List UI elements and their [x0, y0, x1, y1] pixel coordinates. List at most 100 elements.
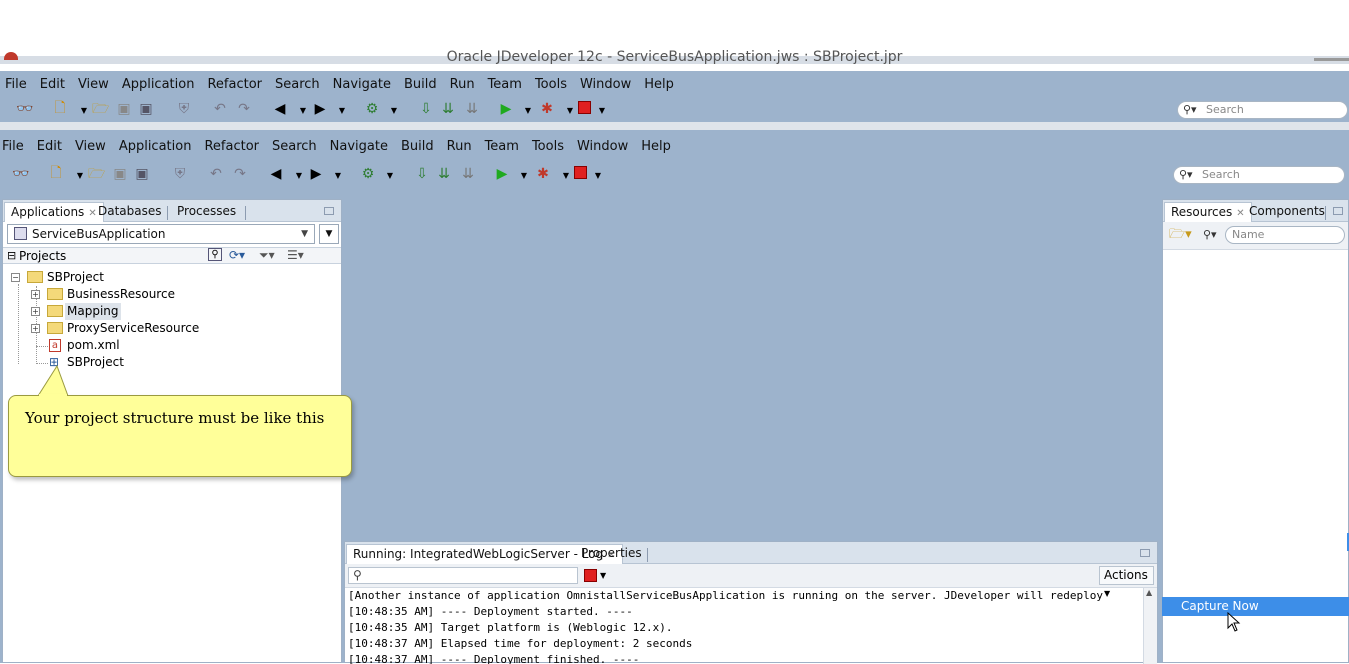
menu-view[interactable]: View	[75, 139, 106, 154]
new-icon[interactable]: 🗋	[48, 165, 64, 181]
menu-search[interactable]: Search	[275, 77, 320, 92]
chevron-down-icon[interactable]: ▼	[76, 103, 92, 119]
menu-window[interactable]: Window	[577, 139, 628, 154]
actions-button[interactable]: Actions ▼	[1099, 566, 1154, 598]
collapse-icon[interactable]: ⊟	[7, 248, 16, 263]
menu-help[interactable]: Help	[644, 77, 674, 92]
shield-icon[interactable]: ⛨	[172, 166, 188, 182]
menu-refactor[interactable]: Refactor	[207, 77, 262, 92]
log-search-input[interactable]: ⚲	[348, 567, 578, 584]
tab-properties[interactable]: Properties	[575, 544, 648, 564]
forward-icon[interactable]: ▶	[312, 101, 328, 117]
shield-icon[interactable]: ⛨	[176, 101, 192, 117]
run-icon[interactable]: ▶	[494, 166, 510, 182]
search-icon[interactable]: ⚲▾	[1203, 228, 1217, 242]
expand-icon[interactable]: +	[31, 307, 40, 316]
open-folder-icon[interactable]: 🗁	[88, 166, 105, 182]
save-icon[interactable]: ▣	[116, 101, 132, 117]
undo-icon[interactable]: ↶	[212, 101, 228, 117]
menu-team[interactable]: Team	[485, 139, 519, 154]
menu-application[interactable]: Application	[119, 139, 192, 154]
expand-icon[interactable]: +	[31, 324, 40, 333]
minimize-icon[interactable]	[324, 207, 334, 215]
new-resource-icon[interactable]: 🗁▾	[1169, 228, 1192, 242]
chevron-down-icon[interactable]: ▼	[520, 103, 536, 119]
redo-icon[interactable]: ↷	[236, 101, 252, 117]
menu-view[interactable]: View	[78, 77, 109, 92]
log-scrollbar[interactable]: ▲	[1143, 588, 1157, 664]
chevron-down-icon[interactable]: ▼	[295, 103, 311, 119]
resource-name-input[interactable]: Name	[1225, 226, 1345, 244]
sdl-icon[interactable]: ⚙	[364, 101, 380, 117]
chevron-down-icon[interactable]: ▼	[72, 168, 88, 184]
tree-options-icon[interactable]: ☰▾	[287, 248, 304, 262]
menu-edit[interactable]: Edit	[40, 77, 65, 92]
minimize-icon[interactable]	[1140, 549, 1150, 557]
run-icon[interactable]: ▶	[498, 101, 514, 117]
binoculars-icon[interactable]: 👓	[12, 166, 29, 182]
menu-build[interactable]: Build	[401, 139, 434, 154]
debug-icon[interactable]: ✱	[535, 166, 551, 182]
undo-icon[interactable]: ↶	[208, 166, 224, 182]
menu-file[interactable]: File	[2, 139, 24, 154]
chevron-down-icon[interactable]: ▼	[386, 103, 402, 119]
chevron-down-icon[interactable]: ▼	[594, 103, 610, 119]
menu-navigate[interactable]: Navigate	[333, 77, 391, 92]
save-all-icon[interactable]: ▣	[138, 101, 154, 117]
tab-applications[interactable]: Applications ✕	[4, 202, 104, 222]
menu-tools[interactable]: Tools	[535, 77, 567, 92]
expand-icon[interactable]: +	[31, 290, 40, 299]
chevron-down-icon[interactable]: ▼	[516, 168, 532, 184]
chevron-down-icon[interactable]: ▼	[330, 168, 346, 184]
find-icon[interactable]: ⚲	[208, 248, 222, 261]
open-folder-icon[interactable]: 🗁	[92, 101, 109, 117]
menu-run[interactable]: Run	[447, 139, 472, 154]
menu-application[interactable]: Application	[122, 77, 195, 92]
forward-icon[interactable]: ▶	[308, 166, 324, 182]
rebuild-icon[interactable]: ⇊	[440, 101, 456, 117]
scroll-up-icon[interactable]: ▲	[1146, 588, 1152, 597]
menu-run[interactable]: Run	[450, 77, 475, 92]
tab-components[interactable]: Components	[1243, 202, 1331, 222]
save-all-icon[interactable]: ▣	[134, 166, 150, 182]
tree-item-businessresource[interactable]: + BusinessResource	[3, 286, 341, 303]
chevron-down-icon[interactable]: ▼	[382, 168, 398, 184]
menu-edit[interactable]: Edit	[37, 139, 62, 154]
menu-search[interactable]: Search	[272, 139, 317, 154]
chevron-down-icon[interactable]: ▼	[558, 168, 574, 184]
sdl-icon[interactable]: ⚙	[360, 166, 376, 182]
save-icon[interactable]: ▣	[112, 166, 128, 182]
stop-icon[interactable]	[578, 101, 591, 114]
tab-resources[interactable]: Resources ✕	[1164, 202, 1252, 222]
chevron-down-icon[interactable]: ▼	[562, 103, 578, 119]
chevron-down-icon[interactable]: ▼	[590, 168, 606, 184]
chevron-down-icon[interactable]: ▼	[600, 569, 606, 582]
capture-now-menu-item[interactable]: Capture Now	[1162, 597, 1349, 616]
chevron-down-icon[interactable]: ▼	[334, 103, 350, 119]
tab-databases[interactable]: Databases	[92, 202, 168, 222]
redo-icon[interactable]: ↷	[232, 166, 248, 182]
cancel-build-icon[interactable]: ⇊	[460, 166, 476, 182]
tree-item-sbproject-root[interactable]: − SBProject	[3, 269, 341, 286]
menu-navigate[interactable]: Navigate	[330, 139, 388, 154]
filter-icon[interactable]: ⏷▾	[259, 248, 275, 262]
application-selector[interactable]: ServiceBusApplication ▼	[7, 224, 315, 244]
menu-team[interactable]: Team	[488, 77, 522, 92]
stop-icon[interactable]	[584, 569, 597, 582]
global-search-input[interactable]: ⚲▾ Search	[1177, 101, 1348, 119]
menu-build[interactable]: Build	[404, 77, 437, 92]
menu-help[interactable]: Help	[641, 139, 671, 154]
binoculars-icon[interactable]: 👓	[16, 101, 33, 117]
minimize-icon[interactable]	[1333, 207, 1343, 215]
stop-icon[interactable]	[574, 166, 587, 179]
global-search-input[interactable]: ⚲▾ Search	[1173, 166, 1345, 184]
menu-file[interactable]: File	[5, 77, 27, 92]
menu-window[interactable]: Window	[580, 77, 631, 92]
back-icon[interactable]: ◀	[268, 166, 284, 182]
make-icon[interactable]: ⇩	[414, 166, 430, 182]
tree-item-mapping[interactable]: + Mapping	[3, 303, 341, 320]
rebuild-icon[interactable]: ⇊	[436, 166, 452, 182]
menu-tools[interactable]: Tools	[532, 139, 564, 154]
sync-icon[interactable]: ⟳▾	[229, 248, 245, 262]
collapse-icon[interactable]: −	[11, 273, 20, 282]
